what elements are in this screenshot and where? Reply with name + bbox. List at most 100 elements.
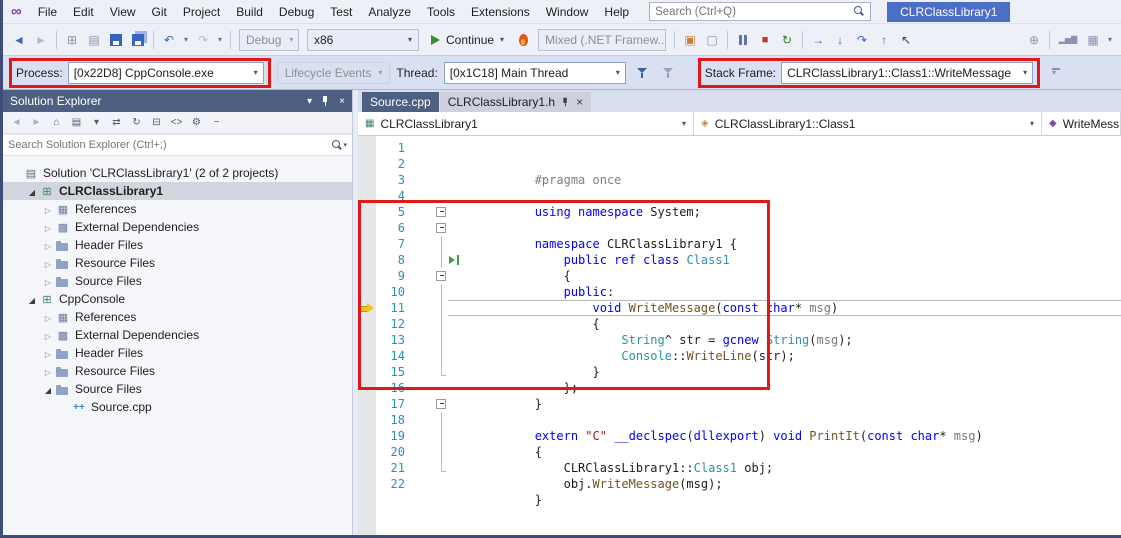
breakpoint-margin[interactable]: [358, 412, 376, 428]
breakpoint-margin[interactable]: [358, 348, 376, 364]
menu-file[interactable]: File: [30, 2, 65, 22]
solution-platforms-dropdown[interactable]: x86 ▾: [307, 28, 419, 51]
code-line[interactable]: 1 #pragma once: [358, 140, 1121, 187]
tree-item-external-dependencies[interactable]: External Dependencies: [3, 218, 352, 236]
code-line[interactable]: 22: [358, 476, 1121, 492]
fold-indicator[interactable]: [410, 236, 448, 252]
menu-build[interactable]: Build: [228, 2, 271, 22]
menu-git[interactable]: Git: [144, 2, 175, 22]
fold-indicator[interactable]: [410, 284, 448, 300]
fold-indicator[interactable]: [410, 380, 448, 396]
debug-engine-dropdown[interactable]: Mixed (.NET Framew... ▾: [538, 28, 667, 51]
code-editor[interactable]: 1 #pragma once 2 3 using namespace Syste…: [358, 136, 1121, 535]
code-line[interactable]: 4: [358, 188, 1121, 204]
solution-search-box[interactable]: ▾: [3, 134, 352, 156]
fold-indicator[interactable]: [410, 252, 448, 268]
breakpoint-margin[interactable]: [358, 396, 376, 412]
tree-expander[interactable]: [41, 364, 55, 378]
tree-expander[interactable]: [25, 184, 39, 198]
lifecycle-events-dropdown[interactable]: Lifecycle Events ▾: [276, 61, 391, 84]
breakpoint-margin[interactable]: [358, 380, 376, 396]
se-filter-dropdown-icon[interactable]: ▾: [88, 114, 105, 132]
code-line[interactable]: 18 {: [358, 412, 1121, 459]
menu-window[interactable]: Window: [538, 2, 597, 22]
fold-indicator[interactable]: [410, 156, 448, 172]
fold-indicator[interactable]: [410, 188, 448, 204]
reset-filter-icon[interactable]: [658, 63, 678, 83]
window-position-icon[interactable]: ▾: [307, 96, 312, 107]
fold-indicator[interactable]: [410, 428, 448, 444]
redo-dropdown-icon[interactable]: ▾: [215, 30, 225, 50]
breakpoint-margin[interactable]: [358, 316, 376, 332]
code-line[interactable]: 17 extern "C" __declspec(dllexport) void…: [358, 396, 1121, 443]
se-switch-views-icon[interactable]: ▤: [68, 114, 85, 132]
breakpoint-margin[interactable]: [358, 364, 376, 380]
code-line[interactable]: 11 String^ str = gcnew String(msg);: [358, 300, 1121, 347]
code-line[interactable]: 14 };: [358, 348, 1121, 395]
hot-reload-icon[interactable]: [513, 30, 533, 50]
undo-icon[interactable]: ↶: [159, 30, 179, 50]
se-preview-icon[interactable]: −: [208, 114, 225, 132]
tree-item-header-files[interactable]: Header Files: [3, 344, 352, 362]
tree-expander[interactable]: [41, 310, 55, 324]
tree-item-project-clrclasslibrary1[interactable]: CLRClassLibrary1: [3, 182, 352, 200]
fold-indicator[interactable]: [410, 204, 448, 220]
breakpoint-margin[interactable]: [358, 284, 376, 300]
tree-item-solution[interactable]: Solution 'CLRClassLibrary1' (2 of 2 proj…: [3, 164, 352, 182]
tree-item-source-files[interactable]: Source Files: [3, 272, 352, 290]
fold-indicator[interactable]: [410, 364, 448, 380]
tree-expander[interactable]: [41, 346, 55, 360]
fold-indicator[interactable]: [410, 332, 448, 348]
fold-indicator[interactable]: [410, 140, 448, 156]
show-next-statement-icon[interactable]: →: [808, 30, 828, 50]
continue-button[interactable]: Continue ▾: [424, 29, 511, 51]
tree-item-source-cpp[interactable]: Source.cpp: [3, 398, 352, 416]
code-line[interactable]: 7 {: [358, 236, 1121, 283]
code-line[interactable]: 12 Console::WriteLine(str);: [358, 316, 1121, 363]
menu-extensions[interactable]: Extensions: [463, 2, 538, 22]
code-line[interactable]: 21 }: [358, 460, 1121, 507]
feedback-icon[interactable]: ⊕: [1024, 30, 1044, 50]
nav-forward-icon[interactable]: ►: [31, 30, 51, 50]
visual-studio-logo-icon[interactable]: ∞: [11, 3, 22, 20]
code-line[interactable]: 20 obj.WriteMessage(msg);: [358, 444, 1121, 491]
code-line[interactable]: 3 using namespace System;: [358, 172, 1121, 219]
step-over-icon[interactable]: ↷: [852, 30, 872, 50]
fold-indicator[interactable]: [410, 300, 448, 316]
tree-item-references[interactable]: References: [3, 308, 352, 326]
se-view-code-icon[interactable]: <>: [168, 114, 185, 132]
fold-indicator[interactable]: [410, 172, 448, 188]
menu-project[interactable]: Project: [175, 2, 228, 22]
step-out-icon[interactable]: ↑: [874, 30, 894, 50]
fold-indicator[interactable]: [410, 220, 448, 236]
tree-expander[interactable]: [41, 382, 55, 396]
breakpoint-margin[interactable]: [358, 268, 376, 284]
tree-item-source-files[interactable]: Source Files: [3, 380, 352, 398]
menu-edit[interactable]: Edit: [65, 2, 102, 22]
breakpoint-margin[interactable]: [358, 188, 376, 204]
tree-item-references[interactable]: References: [3, 200, 352, 218]
fold-indicator[interactable]: [410, 268, 448, 284]
navbar-member-dropdown[interactable]: WriteMess ▾: [1042, 112, 1121, 135]
fold-indicator[interactable]: [410, 444, 448, 460]
menu-tools[interactable]: Tools: [419, 2, 463, 22]
se-back-icon[interactable]: ◄: [8, 114, 25, 132]
fold-indicator[interactable]: [410, 412, 448, 428]
breakpoint-margin[interactable]: [358, 156, 376, 172]
fold-indicator[interactable]: [410, 476, 448, 492]
redo-icon[interactable]: ↷: [193, 30, 213, 50]
quick-search-box[interactable]: [649, 2, 872, 21]
restart-icon[interactable]: ↻: [777, 30, 797, 50]
code-line[interactable]: 15 }: [358, 364, 1121, 411]
thread-dropdown[interactable]: [0x1C18] Main Thread ▾: [443, 61, 626, 84]
tree-item-resource-files[interactable]: Resource Files: [3, 254, 352, 272]
toolbar-overflow-icon[interactable]: [1046, 63, 1066, 83]
stack-frame-dropdown[interactable]: CLRClassLibrary1::Class1::WriteMessage ▾: [781, 61, 1034, 84]
code-line[interactable]: 2: [358, 156, 1121, 172]
performance-chart-icon[interactable]: ▂▅▇: [1055, 30, 1081, 50]
fold-indicator[interactable]: [410, 348, 448, 364]
pin-icon[interactable]: [321, 95, 330, 107]
pin-icon[interactable]: [562, 97, 570, 107]
breakpoint-margin[interactable]: [358, 444, 376, 460]
breakpoint-margin[interactable]: [358, 140, 376, 156]
